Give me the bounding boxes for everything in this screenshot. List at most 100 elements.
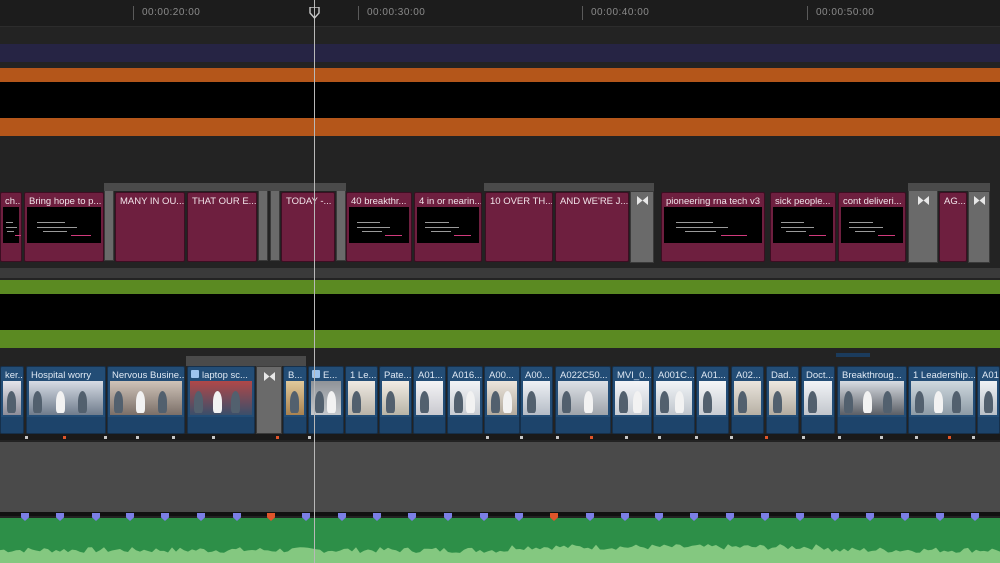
- gap-clip[interactable]: [104, 183, 114, 261]
- connected-lane-green-1[interactable]: [0, 280, 1000, 294]
- title-clip-label: 40 breakthr...: [351, 196, 407, 207]
- thumbnail-figure: [584, 391, 593, 413]
- connected-lane-green-2[interactable]: [0, 330, 1000, 348]
- video-clip[interactable]: A00...: [520, 366, 553, 434]
- video-clip[interactable]: A018...: [977, 366, 1000, 434]
- video-clip[interactable]: laptop sc...: [187, 366, 255, 434]
- timecode-label: 00:00:20:00: [142, 7, 201, 18]
- video-clip[interactable]: A001C...: [653, 366, 695, 434]
- title-clip[interactable]: TODAY -...: [281, 192, 335, 262]
- keyframe-dot: [136, 436, 139, 439]
- thumbnail-figure: [773, 391, 782, 413]
- video-clip-footer: [556, 417, 610, 433]
- video-clip[interactable]: A02...: [731, 366, 764, 434]
- thumbnail-figure: [952, 391, 962, 413]
- title-clip[interactable]: AG...: [939, 192, 967, 262]
- title-clip[interactable]: ch...: [0, 192, 22, 262]
- keyframe-dot: [172, 436, 175, 439]
- title-clip-label: MANY IN OU...: [120, 196, 185, 207]
- video-thumbnail: [615, 381, 649, 415]
- video-thumbnail: [348, 381, 375, 415]
- title-preview-thumbnail: [27, 207, 101, 243]
- gap-clip[interactable]: [336, 183, 346, 261]
- video-clip[interactable]: MVI_0...: [612, 366, 652, 434]
- title-clip[interactable]: sick people...: [770, 192, 836, 262]
- title-clip-label: AND WE'RE J...: [560, 196, 629, 207]
- title-text-line: [684, 231, 716, 232]
- timeline-ruler[interactable]: 00:00:20:00 00:00:30:00 00:00:40:00 00:0…: [0, 0, 1000, 27]
- title-clip[interactable]: 10 OVER TH...: [485, 192, 553, 262]
- video-clip[interactable]: A022C50...: [555, 366, 611, 434]
- video-clip[interactable]: A01...: [413, 366, 446, 434]
- title-clip[interactable]: pioneering rna tech v3: [661, 192, 765, 262]
- gap-clip[interactable]: [256, 366, 282, 434]
- title-clip-label: ch...: [5, 196, 22, 207]
- video-clip-label: MVI_0...: [617, 370, 652, 381]
- video-clip[interactable]: Pate...: [379, 366, 412, 434]
- video-clip-label: A00...: [489, 370, 514, 381]
- title-clip[interactable]: Bring hope to p...: [24, 192, 104, 262]
- video-thumbnail: [769, 381, 796, 415]
- video-clip[interactable]: Breakthroug...: [837, 366, 907, 434]
- video-clip-label: Pate...: [384, 370, 412, 381]
- video-clip[interactable]: A00...: [484, 366, 520, 434]
- video-clip[interactable]: Doct...: [801, 366, 835, 434]
- playhead[interactable]: [314, 0, 315, 563]
- video-clip[interactable]: 1 Le...: [345, 366, 378, 434]
- video-clip[interactable]: Hospital worry: [26, 366, 106, 434]
- video-thumbnail: [523, 381, 550, 415]
- keyframe-dot: [765, 436, 768, 439]
- video-clip[interactable]: Dad...: [766, 366, 799, 434]
- video-clip[interactable]: Nervous Busine...: [107, 366, 185, 434]
- ruler-major-tick: [807, 6, 808, 20]
- title-text-line: [15, 235, 21, 236]
- video-clip-label: A02...: [736, 370, 761, 381]
- video-thumbnail: [487, 381, 517, 415]
- video-clip-footer: [802, 417, 834, 433]
- title-text-line: [36, 227, 77, 228]
- video-clip[interactable]: A016...: [447, 366, 483, 434]
- video-clip-footer: [767, 417, 798, 433]
- video-clip[interactable]: 1 Leadership...: [908, 366, 976, 434]
- gap-clip[interactable]: [630, 191, 654, 263]
- thumbnail-figure: [882, 391, 892, 413]
- title-clip[interactable]: cont deliveri...: [838, 192, 906, 262]
- timecode-label: 00:00:50:00: [816, 7, 875, 18]
- transition-bowtie-icon: [637, 196, 648, 205]
- audio-lane[interactable]: [0, 512, 1000, 563]
- thumbnail-figure: [633, 391, 642, 413]
- title-text-line: [425, 222, 449, 223]
- gap-clip[interactable]: [258, 183, 268, 261]
- video-clip-label: E...: [323, 370, 338, 381]
- thumbnail-figure: [863, 391, 873, 413]
- video-clip-footer: [838, 417, 906, 433]
- connected-lane-orange-2[interactable]: [0, 118, 1000, 136]
- video-clip[interactable]: B...: [283, 366, 307, 434]
- ruler-major-tick: [358, 6, 359, 20]
- video-clip[interactable]: A01...: [696, 366, 729, 434]
- title-clip[interactable]: AND WE'RE J...: [555, 192, 629, 262]
- keyframe-dot: [972, 436, 975, 439]
- keyframe-dot: [880, 436, 883, 439]
- title-text-line: [721, 235, 748, 236]
- title-clip[interactable]: 40 breakthr...: [346, 192, 412, 262]
- title-clip[interactable]: MANY IN OU...: [115, 192, 185, 262]
- gap-clip[interactable]: [908, 183, 938, 263]
- gap-clip[interactable]: [968, 191, 990, 263]
- transition-bowtie-icon: [974, 196, 985, 205]
- keyframe-dot: [104, 436, 107, 439]
- title-clip[interactable]: THAT OUR E...: [187, 192, 257, 262]
- thumbnail-figure: [984, 391, 993, 413]
- video-clip[interactable]: ker...: [0, 366, 24, 434]
- video-thumbnail: [110, 381, 182, 415]
- connected-lane-orange-1[interactable]: [0, 68, 1000, 82]
- separator-bar: [0, 268, 1000, 278]
- playhead-icon[interactable]: [309, 7, 320, 19]
- keyframe-dot: [590, 436, 593, 439]
- video-clip-footer: [613, 417, 651, 433]
- thumbnail-figure: [420, 391, 429, 413]
- storyline-lane-purple: [0, 44, 1000, 62]
- gap-clip[interactable]: [270, 183, 280, 261]
- thumbnail-figure: [55, 391, 65, 413]
- title-clip[interactable]: 4 in or nearin...: [414, 192, 482, 262]
